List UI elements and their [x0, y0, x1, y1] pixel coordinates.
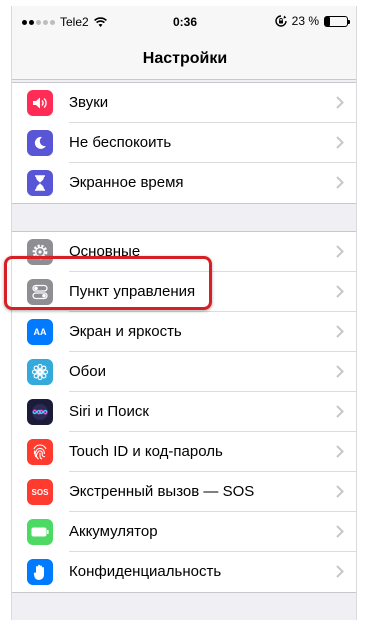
row-label: Siri и Поиск — [69, 403, 149, 420]
flower-icon — [27, 359, 53, 385]
rotation-lock-icon — [274, 15, 287, 27]
row-label: Не беспокоить — [69, 134, 172, 151]
settings-row-privacy[interactable]: Конфиденциальность — [12, 552, 356, 592]
text-size-icon: AA — [27, 319, 53, 345]
row-label: Экстренный вызов — SOS — [69, 483, 255, 500]
sos-glyph: SOS — [31, 487, 49, 497]
text-size-glyph: AA — [33, 327, 47, 337]
settings-row-do-not-disturb[interactable]: Не беспокоить — [12, 123, 356, 163]
chevron-right-icon — [336, 136, 344, 149]
chevron-right-icon — [336, 325, 344, 338]
settings-group-1: Звуки Не беспокоить Экранное время — [12, 82, 356, 204]
chevron-right-icon — [336, 285, 344, 298]
chevron-right-icon — [336, 525, 344, 538]
chevron-right-icon — [336, 245, 344, 258]
row-label: Звуки — [69, 94, 109, 111]
chevron-right-icon — [336, 176, 344, 189]
chevron-right-icon — [336, 365, 344, 378]
hourglass-icon — [27, 170, 53, 196]
speaker-icon — [27, 90, 53, 116]
chevron-right-icon — [336, 565, 344, 578]
battery-icon — [27, 519, 53, 545]
settings-row-siri-search[interactable]: Siri и Поиск — [12, 392, 356, 432]
settings-row-display-brightness[interactable]: AA Экран и яркость — [12, 312, 356, 352]
battery-fill — [325, 16, 331, 26]
hand-icon — [27, 559, 53, 585]
chevron-right-icon — [336, 96, 344, 109]
row-label: Обои — [69, 363, 106, 380]
status-bar: Tele2 0:36 23 % — [12, 6, 356, 38]
battery-status-icon — [324, 15, 350, 27]
settings-row-battery[interactable]: Аккумулятор — [12, 512, 356, 552]
status-right: 23 % — [274, 14, 350, 28]
navigation-bar: Настройки — [12, 38, 356, 80]
row-label: Touch ID и код-пароль — [69, 443, 223, 460]
row-label: Аккумулятор — [69, 523, 158, 540]
phone-screen: Tele2 0:36 23 % Настройки Звуки Не беспо… — [11, 6, 357, 620]
settings-row-sounds[interactable]: Звуки — [12, 83, 356, 123]
control-center-highlight-frame — [4, 256, 212, 310]
settings-row-touch-id-passcode[interactable]: Touch ID и код-пароль — [12, 432, 356, 472]
settings-row-wallpaper[interactable]: Обои — [12, 352, 356, 392]
chevron-right-icon — [336, 445, 344, 458]
fingerprint-icon — [27, 439, 53, 465]
row-label: Экранное время — [69, 174, 184, 191]
chevron-right-icon — [336, 405, 344, 418]
moon-icon — [27, 130, 53, 156]
page-title: Настройки — [142, 50, 228, 67]
sos-icon: SOS — [27, 479, 53, 505]
battery-percentage: 23 % — [291, 14, 319, 28]
row-label: Конфиденциальность — [69, 563, 222, 580]
settings-row-screen-time[interactable]: Экранное время — [12, 163, 356, 203]
settings-row-emergency-sos[interactable]: SOS Экстренный вызов — SOS — [12, 472, 356, 512]
row-label: Экран и яркость — [69, 323, 182, 340]
siri-icon — [27, 399, 53, 425]
chevron-right-icon — [336, 485, 344, 498]
